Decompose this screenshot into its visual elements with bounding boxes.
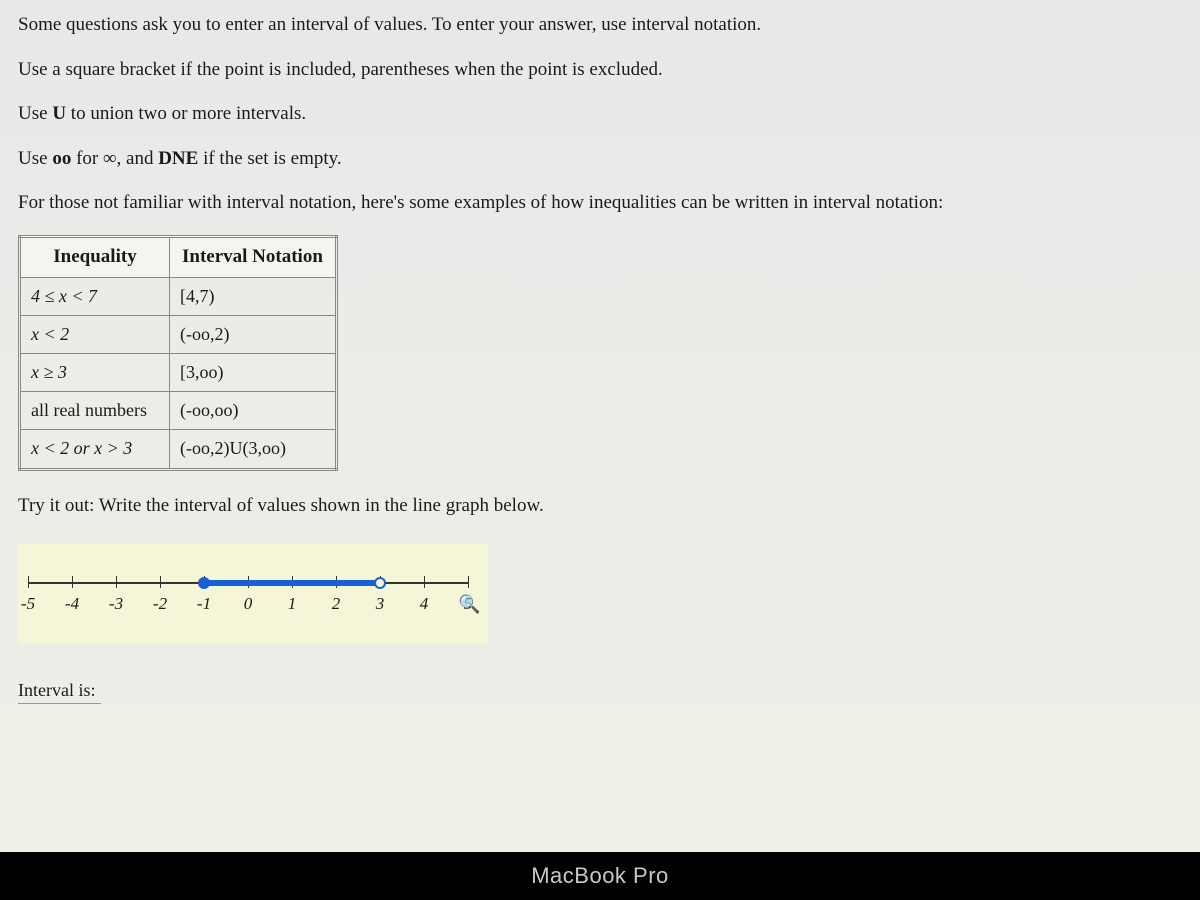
open-endpoint-icon bbox=[374, 577, 386, 589]
table-row: x < 2 or x > 3 (-oo,2)U(3,oo) bbox=[20, 430, 337, 469]
tick-label: -2 bbox=[153, 592, 167, 616]
tick-label: -5 bbox=[21, 592, 35, 616]
table-row: all real numbers (-oo,oo) bbox=[20, 392, 337, 430]
table-header-row: Inequality Interval Notation bbox=[20, 236, 337, 277]
cell-inequality: x < 2 or x > 3 bbox=[20, 430, 170, 469]
tick bbox=[116, 576, 117, 588]
cell-inequality: 4 ≤ x < 7 bbox=[20, 277, 170, 315]
tick-label: 1 bbox=[288, 592, 297, 616]
magnifier-icon[interactable]: 🔍 bbox=[458, 592, 480, 617]
text: if the set is empty. bbox=[198, 148, 341, 169]
number-line-graph: -5 -4 -3 -2 -1 0 1 2 3 4 5 🔍 bbox=[18, 544, 488, 644]
cell-notation: (-oo,oo) bbox=[170, 392, 337, 430]
laptop-bezel: MacBook Pro bbox=[0, 852, 1200, 900]
union-symbol: U bbox=[52, 103, 66, 124]
table-row: 4 ≤ x < 7 [4,7) bbox=[20, 277, 337, 315]
closed-endpoint-icon bbox=[198, 577, 210, 589]
instruction-1: Some questions ask you to enter an inter… bbox=[18, 12, 1182, 39]
instruction-2: Use a square bracket if the point is inc… bbox=[18, 57, 1182, 84]
interval-segment bbox=[204, 580, 380, 586]
instruction-3: Use U to union two or more intervals. bbox=[18, 101, 1182, 128]
question-content: Some questions ask you to enter an inter… bbox=[0, 0, 1200, 716]
text: for ∞, and bbox=[71, 148, 158, 169]
table-row: x < 2 (-oo,2) bbox=[20, 315, 337, 353]
cell-notation: (-oo,2)U(3,oo) bbox=[170, 430, 337, 469]
tick-label: 3 bbox=[376, 592, 385, 616]
tick bbox=[72, 576, 73, 588]
cell-inequality: x < 2 bbox=[20, 315, 170, 353]
tick-label: 0 bbox=[244, 592, 253, 616]
instruction-4: Use oo for ∞, and DNE if the set is empt… bbox=[18, 146, 1182, 173]
tick-label: -4 bbox=[65, 592, 79, 616]
text: to union two or more intervals. bbox=[66, 103, 306, 124]
instruction-5: For those not familiar with interval not… bbox=[18, 190, 1182, 217]
cell-notation: [3,oo) bbox=[170, 353, 337, 391]
laptop-brand-label: MacBook Pro bbox=[531, 863, 669, 889]
tick-label: 4 bbox=[420, 592, 429, 616]
header-inequality: Inequality bbox=[20, 236, 170, 277]
tick bbox=[468, 576, 469, 588]
cell-inequality: all real numbers bbox=[20, 392, 170, 430]
tick-label: 2 bbox=[332, 592, 341, 616]
cell-notation: (-oo,2) bbox=[170, 315, 337, 353]
tick bbox=[28, 576, 29, 588]
tick-label: -3 bbox=[109, 592, 123, 616]
tick bbox=[160, 576, 161, 588]
tick-label: -1 bbox=[197, 592, 211, 616]
infinity-symbol: oo bbox=[52, 148, 71, 169]
table-row: x ≥ 3 [3,oo) bbox=[20, 353, 337, 391]
text: Use bbox=[18, 103, 52, 124]
dne-symbol: DNE bbox=[158, 148, 198, 169]
text: Use bbox=[18, 148, 52, 169]
header-notation: Interval Notation bbox=[170, 236, 337, 277]
try-prompt: Try it out: Write the interval of values… bbox=[18, 493, 1182, 520]
interval-input-label: Interval is: bbox=[18, 678, 101, 704]
cell-inequality: x ≥ 3 bbox=[20, 353, 170, 391]
cell-notation: [4,7) bbox=[170, 277, 337, 315]
examples-table: Inequality Interval Notation 4 ≤ x < 7 [… bbox=[18, 235, 338, 471]
tick bbox=[424, 576, 425, 588]
